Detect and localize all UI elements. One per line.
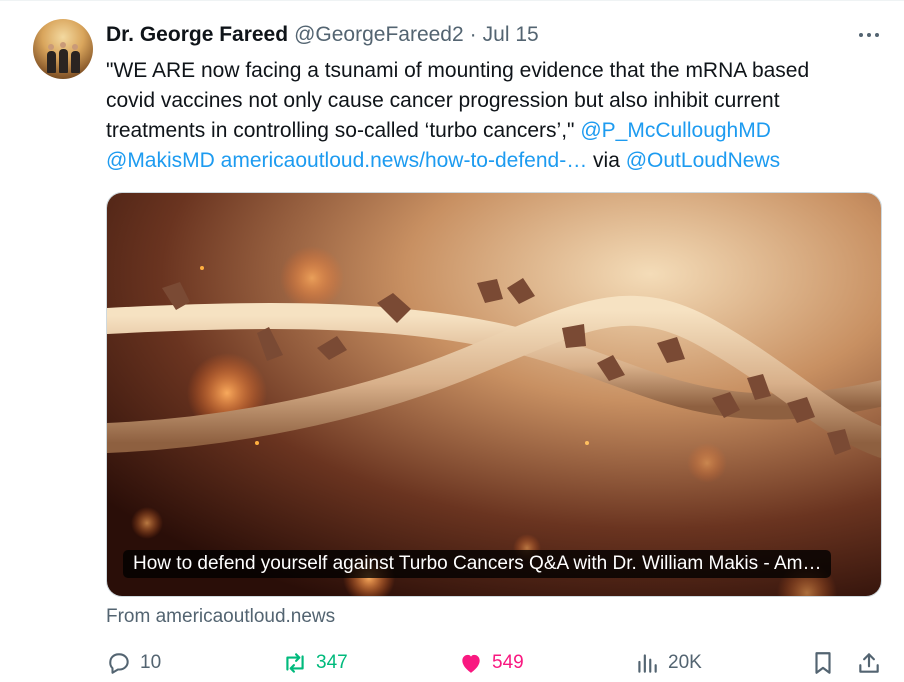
views-count: 20K	[668, 652, 702, 673]
avatar-head	[48, 44, 54, 50]
tweet-text-line: @MakisMD americaoutloud.news/how-to-defe…	[106, 146, 886, 176]
avatar-figure	[71, 51, 80, 73]
avatar-head	[60, 42, 66, 48]
author-name[interactable]: Dr. George Fareed	[106, 23, 288, 47]
tweet-text-line: "WE ARE now facing a tsunami of mounting…	[106, 59, 810, 82]
views-icon	[638, 654, 657, 673]
avatar[interactable]	[33, 19, 93, 79]
repost-button[interactable]: 347	[282, 648, 348, 678]
tweet-text-line: treatments in controlling so-called ‘tur…	[106, 116, 886, 146]
tweet-text: "WE ARE now facing a tsunami of mounting…	[106, 56, 886, 176]
more-icon[interactable]	[854, 22, 884, 48]
like-icon	[462, 654, 480, 673]
bookmark-button[interactable]	[810, 648, 836, 678]
top-divider	[0, 0, 904, 1]
author-handle[interactable]: @GeorgeFareed2	[294, 23, 464, 47]
tweet-text-line: covid vaccines not only cause cancer pro…	[106, 89, 780, 112]
like-count: 549	[492, 652, 524, 673]
action-bar: 10 347 549 20K	[106, 648, 886, 678]
reply-button[interactable]: 10	[106, 648, 161, 678]
mention-link[interactable]: @MakisMD	[106, 149, 215, 172]
share-icon	[859, 653, 879, 673]
card-image	[107, 193, 881, 596]
avatar-figure	[47, 51, 56, 73]
tweet-date[interactable]: Jul 15	[483, 23, 539, 47]
like-button[interactable]: 549	[458, 648, 524, 678]
separator-dot: ·	[469, 23, 477, 46]
repost-count: 347	[316, 652, 348, 673]
card-caption: How to defend yourself against Turbo Can…	[123, 550, 832, 578]
bookmark-icon	[815, 652, 831, 674]
avatar-head	[72, 44, 78, 50]
via-text: via	[587, 149, 626, 172]
card-source[interactable]: From americaoutloud.news	[106, 606, 335, 628]
tweet-text-segment: treatments in controlling so-called ‘tur…	[106, 119, 581, 142]
reply-icon	[109, 653, 129, 674]
mention-link[interactable]: @OutLoudNews	[626, 149, 780, 172]
link-card[interactable]: How to defend yourself against Turbo Can…	[106, 192, 882, 597]
tweet-header: Dr. George Fareed @GeorgeFareed2 · Jul 1…	[106, 22, 539, 48]
mention-link[interactable]: @P_McCulloughMD	[580, 119, 771, 142]
avatar-figure	[59, 49, 68, 73]
repost-icon	[286, 653, 304, 673]
article-link[interactable]: americaoutloud.news/how-to-defend-…	[221, 149, 588, 172]
share-button[interactable]	[856, 648, 882, 678]
views-button[interactable]: 20K	[634, 648, 702, 678]
reply-count: 10	[140, 652, 162, 673]
